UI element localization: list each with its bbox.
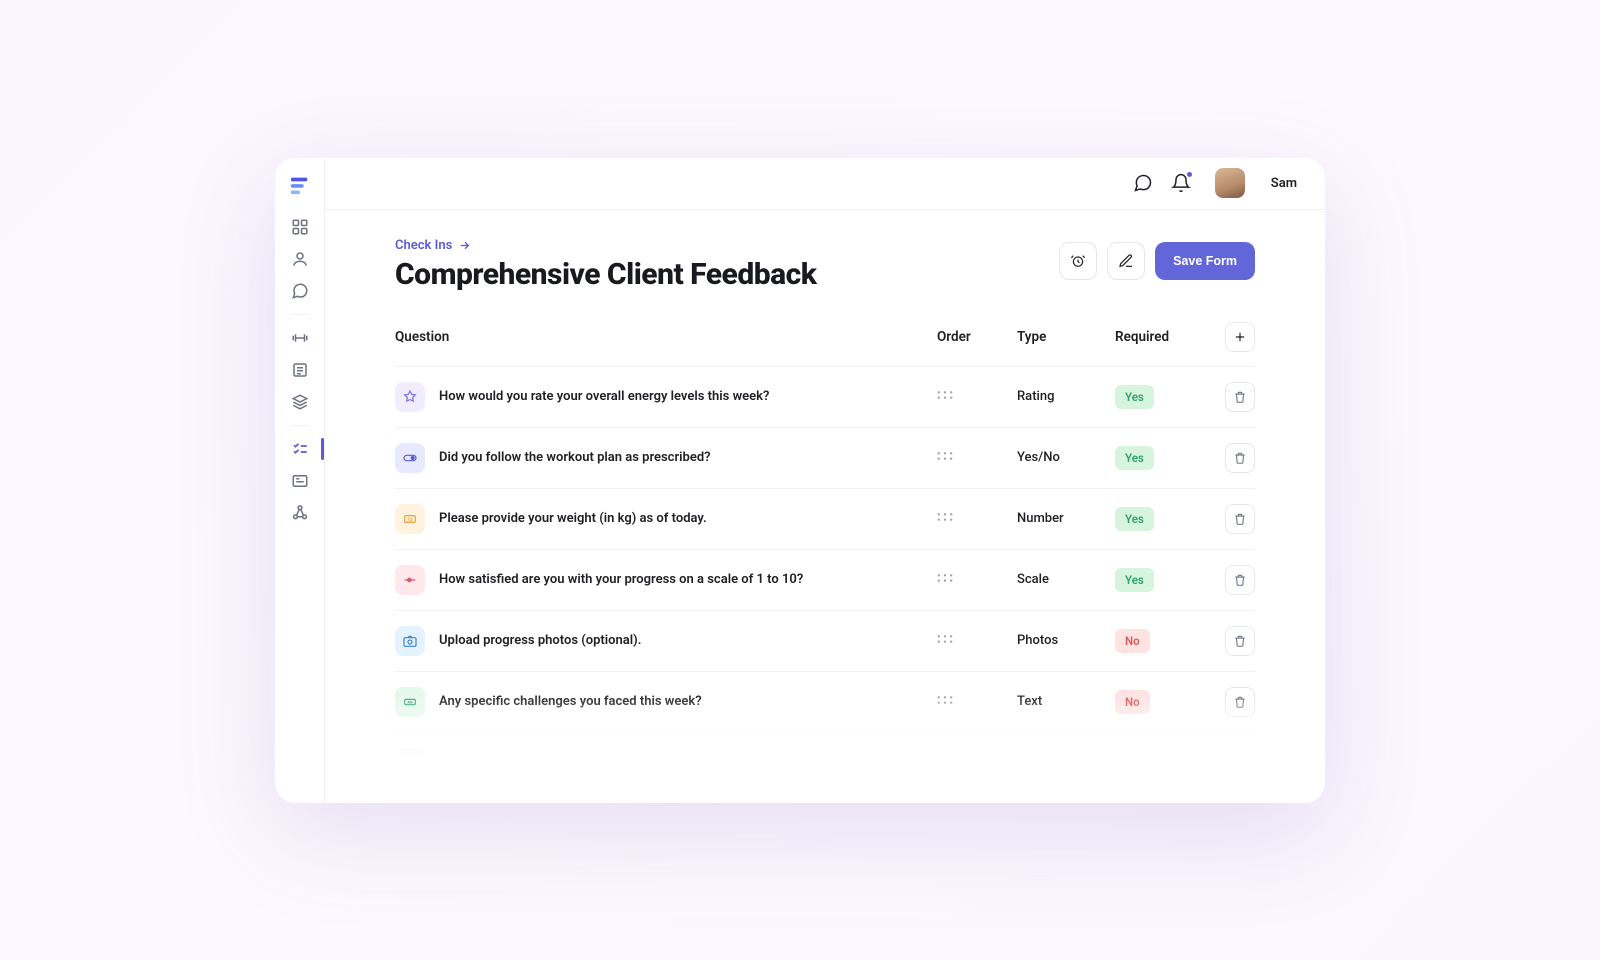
col-header-question: Question — [395, 329, 937, 345]
required-badge: Yes — [1115, 385, 1154, 409]
table-header: Question Order Type Required — [395, 322, 1255, 367]
reminder-button[interactable] — [1059, 242, 1097, 280]
table-row: AB Any specific challenges you faced this… — [395, 672, 1255, 733]
table-row: Did you follow the workout plan as presc… — [395, 428, 1255, 489]
required-badge: No — [1115, 629, 1150, 653]
question-type: Rating — [1017, 389, 1054, 404]
content: Check Ins Comprehensive Client Feedback … — [325, 210, 1325, 803]
question-text: How satisfied are you with your progress… — [439, 572, 803, 587]
drag-handle[interactable] — [937, 633, 953, 648]
required-badge: Yes — [1115, 507, 1154, 531]
delete-button[interactable] — [1225, 687, 1255, 717]
table-row: How would you rate your overall energy l… — [395, 367, 1255, 428]
breadcrumb[interactable]: Check Ins — [395, 238, 816, 253]
app-window: Sam Check Ins Comprehensive Client Feedb… — [275, 158, 1325, 803]
svg-text:12: 12 — [407, 517, 413, 523]
question-list: How would you rate your overall energy l… — [395, 367, 1255, 733]
question-text: How would you rate your overall energy l… — [439, 389, 769, 404]
question-type: Photos — [1017, 633, 1058, 648]
col-header-required: Required — [1115, 329, 1225, 345]
delete-button[interactable] — [1225, 504, 1255, 534]
plus-icon — [1233, 330, 1247, 344]
sidebar — [275, 158, 325, 803]
question-text: Any specific challenges you faced this w… — [439, 694, 702, 709]
required-badge: Yes — [1115, 568, 1154, 592]
bell-icon[interactable] — [1171, 173, 1191, 193]
question-text: Did you follow the workout plan as presc… — [439, 450, 711, 465]
col-header-order: Order — [937, 329, 1017, 345]
username: Sam — [1271, 176, 1297, 191]
main-area: Sam Check Ins Comprehensive Client Feedb… — [325, 158, 1325, 803]
pencil-icon — [1118, 253, 1134, 269]
question-type-icon — [395, 382, 425, 412]
drag-handle[interactable] — [937, 572, 953, 587]
col-header-type: Type — [1017, 329, 1115, 345]
drag-handle[interactable] — [937, 450, 953, 465]
page-title: Comprehensive Client Feedback — [395, 257, 816, 292]
avatar[interactable] — [1215, 168, 1245, 198]
notification-dot — [1186, 171, 1193, 178]
nav-messages[interactable] — [291, 282, 309, 300]
question-type: Number — [1017, 511, 1064, 526]
question-text: Upload progress photos (optional). — [439, 633, 641, 648]
drag-handle[interactable] — [937, 511, 953, 526]
delete-button[interactable] — [1225, 443, 1255, 473]
delete-button[interactable] — [1225, 626, 1255, 656]
delete-button[interactable] — [1225, 565, 1255, 595]
required-badge: No — [1115, 690, 1150, 714]
drag-handle[interactable] — [937, 389, 953, 404]
table-row: 12 Please provide your weight (in kg) as … — [395, 489, 1255, 550]
add-question-button[interactable] — [1225, 322, 1255, 352]
nav-dashboard[interactable] — [291, 218, 309, 236]
nav-programs[interactable] — [291, 393, 309, 411]
question-type-icon: 12 — [395, 504, 425, 534]
question-type-icon — [395, 565, 425, 595]
topbar: Sam — [325, 158, 1325, 210]
nav-workouts[interactable] — [291, 329, 309, 347]
question-type-icon — [395, 748, 425, 778]
nav-clients[interactable] — [291, 250, 309, 268]
table-row-peek — [395, 733, 1255, 778]
save-form-button[interactable]: Save Form — [1155, 242, 1255, 280]
nav-nutrition[interactable] — [291, 361, 309, 379]
question-type: Yes/No — [1017, 450, 1060, 465]
delete-button[interactable] — [1225, 382, 1255, 412]
svg-text:AB: AB — [407, 699, 413, 704]
drag-handle[interactable] — [937, 694, 953, 709]
alarm-icon — [1070, 253, 1086, 269]
chat-icon[interactable] — [1133, 173, 1153, 193]
app-logo — [289, 174, 311, 196]
question-type: Scale — [1017, 572, 1049, 587]
table-row: Upload progress photos (optional). Photos… — [395, 611, 1255, 672]
question-type-icon — [395, 626, 425, 656]
edit-button[interactable] — [1107, 242, 1145, 280]
question-type-icon — [395, 443, 425, 473]
required-badge: Yes — [1115, 446, 1154, 470]
question-text: Please provide your weight (in kg) as of… — [439, 511, 707, 526]
breadcrumb-label: Check Ins — [395, 238, 452, 253]
nav-checkins[interactable] — [291, 440, 309, 458]
arrow-right-icon — [458, 239, 471, 252]
question-type: Text — [1017, 694, 1042, 709]
nav-forms[interactable] — [291, 472, 309, 490]
nav-integrations[interactable] — [291, 504, 309, 522]
table-row: How satisfied are you with your progress… — [395, 550, 1255, 611]
question-type-icon: AB — [395, 687, 425, 717]
